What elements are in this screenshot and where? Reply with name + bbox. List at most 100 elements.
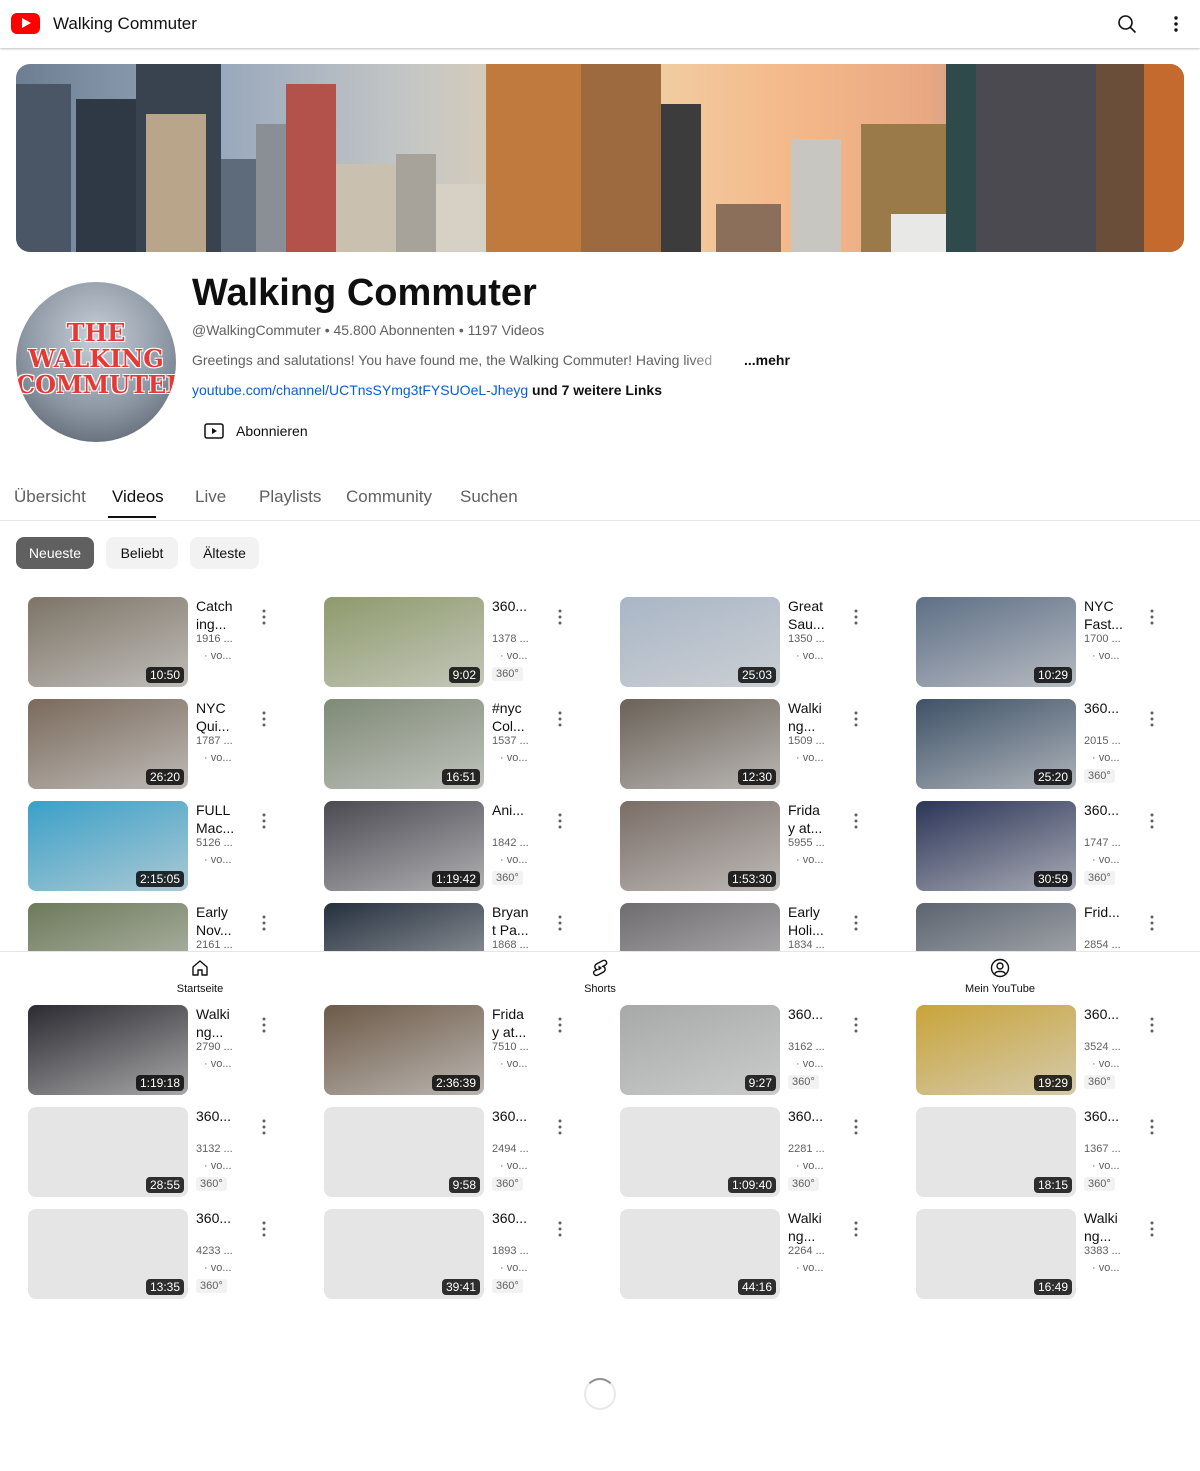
video-menu-icon[interactable] — [262, 609, 266, 625]
video-thumbnail[interactable]: 13:35 — [28, 1209, 188, 1299]
video-menu-icon[interactable] — [262, 1017, 266, 1033]
video-menu-icon[interactable] — [1150, 609, 1154, 625]
video-card[interactable]: 9:02 360... 1378 ... · vo... 360° — [324, 597, 594, 687]
video-thumbnail[interactable]: 16:49 — [916, 1209, 1076, 1299]
video-card[interactable]: 1:09:40 360... 2281 ... · vo... 360° — [620, 1107, 890, 1197]
video-menu-icon[interactable] — [1150, 1119, 1154, 1135]
video-card[interactable]: 25:03 Great Sau... 1350 ... · vo... — [620, 597, 890, 687]
nav-shorts[interactable]: Shorts — [540, 952, 660, 1000]
video-thumbnail[interactable]: 30:59 — [916, 801, 1076, 891]
video-card[interactable]: 9:58 360... 2494 ... · vo... 360° — [324, 1107, 594, 1197]
video-card[interactable]: 13:35 360... 4233 ... · vo... 360° — [28, 1209, 298, 1299]
video-menu-icon[interactable] — [558, 1119, 562, 1135]
video-title[interactable]: Catch ing... — [196, 597, 254, 633]
video-title[interactable]: Early Holi... — [788, 903, 846, 939]
video-title[interactable]: 360... — [1084, 1005, 1142, 1023]
video-menu-icon[interactable] — [262, 1221, 266, 1237]
video-title[interactable]: Ani... — [492, 801, 550, 819]
video-title[interactable]: Early Nov... — [196, 903, 254, 939]
video-card[interactable]: 2:15:05 FULL Mac... 5126 ... · vo... — [28, 801, 298, 891]
channel-link-url[interactable]: youtube.com/channel/UCTnsSYmg3tFYSUOeL-J… — [192, 382, 528, 398]
video-thumbnail[interactable]: 1:09:40 — [620, 1107, 780, 1197]
video-title[interactable]: Walki ng... — [788, 1209, 846, 1245]
video-card[interactable]: 39:41 360... 1893 ... · vo... 360° — [324, 1209, 594, 1299]
chip-oldest[interactable]: Älteste — [190, 537, 259, 569]
nav-home[interactable]: Startseite — [140, 952, 260, 1000]
video-title[interactable]: Frida y at... — [492, 1005, 550, 1041]
video-title[interactable]: FULL Mac... — [196, 801, 254, 837]
video-card[interactable]: 16:49 Walki ng... 3383 ... · vo... — [916, 1209, 1186, 1299]
video-menu-icon[interactable] — [854, 711, 858, 727]
video-title[interactable]: Walki ng... — [1084, 1209, 1142, 1245]
video-title[interactable]: Bryan t Pa... — [492, 903, 550, 939]
video-title[interactable]: 360... — [1084, 1107, 1142, 1125]
tab-live[interactable]: Live — [195, 487, 226, 507]
video-thumbnail[interactable]: 44:16 — [620, 1209, 780, 1299]
tab-videos[interactable]: Videos — [112, 487, 164, 507]
video-menu-icon[interactable] — [1150, 813, 1154, 829]
video-menu-icon[interactable] — [262, 1119, 266, 1135]
video-menu-icon[interactable] — [558, 1221, 562, 1237]
video-menu-icon[interactable] — [854, 609, 858, 625]
video-menu-icon[interactable] — [1150, 915, 1154, 931]
video-thumbnail[interactable]: 28:55 — [28, 1107, 188, 1197]
video-title[interactable]: Walki ng... — [788, 699, 846, 735]
video-menu-icon[interactable] — [558, 813, 562, 829]
video-thumbnail[interactable]: 18:15 — [916, 1107, 1076, 1197]
video-thumbnail[interactable]: 25:20 — [916, 699, 1076, 789]
video-thumbnail[interactable]: 26:20 — [28, 699, 188, 789]
video-title[interactable]: 360... — [1084, 801, 1142, 819]
video-title[interactable]: 360... — [196, 1107, 254, 1125]
video-card[interactable]: 19:29 360... 3524 ... · vo... 360° — [916, 1005, 1186, 1095]
video-thumbnail[interactable]: 1:19:42 — [324, 801, 484, 891]
video-thumbnail[interactable]: 19:29 — [916, 1005, 1076, 1095]
video-menu-icon[interactable] — [854, 915, 858, 931]
video-title[interactable]: NYC Qui... — [196, 699, 254, 735]
video-thumbnail[interactable]: 2:36:39 — [324, 1005, 484, 1095]
video-thumbnail[interactable]: 9:27 — [620, 1005, 780, 1095]
video-title[interactable]: 360... — [788, 1005, 846, 1023]
video-title[interactable]: 360... — [1084, 699, 1142, 717]
video-thumbnail[interactable]: 1:19:18 — [28, 1005, 188, 1095]
video-card[interactable]: 44:16 Walki ng... 2264 ... · vo... — [620, 1209, 890, 1299]
video-thumbnail[interactable]: 10:29 — [916, 597, 1076, 687]
video-card[interactable]: 12:30 Walki ng... 1509 ... · vo... — [620, 699, 890, 789]
video-menu-icon[interactable] — [558, 711, 562, 727]
video-menu-icon[interactable] — [854, 813, 858, 829]
youtube-logo-icon[interactable] — [11, 13, 40, 34]
video-menu-icon[interactable] — [558, 1017, 562, 1033]
subscribe-button[interactable]: Abonnieren — [196, 418, 308, 444]
more-vert-icon[interactable] — [1166, 14, 1186, 34]
video-title[interactable]: 360... — [788, 1107, 846, 1125]
video-card[interactable]: 16:51 #nyc Col... 1537 ... · vo... — [324, 699, 594, 789]
video-card[interactable]: 25:20 360... 2015 ... · vo... 360° — [916, 699, 1186, 789]
video-menu-icon[interactable] — [558, 915, 562, 931]
video-card[interactable]: 1:19:18 Walki ng... 2790 ... · vo... — [28, 1005, 298, 1095]
video-card[interactable]: 28:55 360... 3132 ... · vo... 360° — [28, 1107, 298, 1197]
channel-avatar[interactable]: THE WALKING COMMUTER — [16, 282, 176, 442]
video-thumbnail[interactable]: 2:15:05 — [28, 801, 188, 891]
video-menu-icon[interactable] — [262, 915, 266, 931]
video-title[interactable]: #nyc Col... — [492, 699, 550, 735]
search-icon[interactable] — [1117, 14, 1137, 34]
video-title[interactable]: NYC Fast... — [1084, 597, 1142, 633]
video-title[interactable]: 360... — [196, 1209, 254, 1227]
video-menu-icon[interactable] — [1150, 711, 1154, 727]
tab-playlists[interactable]: Playlists — [259, 487, 321, 507]
video-thumbnail[interactable]: 39:41 — [324, 1209, 484, 1299]
video-thumbnail[interactable]: 12:30 — [620, 699, 780, 789]
video-title[interactable]: 360... — [492, 1209, 550, 1227]
video-card[interactable]: 2:36:39 Frida y at... 7510 ... · vo... — [324, 1005, 594, 1095]
tab-overview[interactable]: Übersicht — [14, 487, 86, 507]
video-thumbnail[interactable]: 10:50 — [28, 597, 188, 687]
video-card[interactable]: 1:53:30 Frida y at... 5955 ... · vo... — [620, 801, 890, 891]
video-thumbnail[interactable]: 1:53:30 — [620, 801, 780, 891]
video-thumbnail[interactable]: 9:02 — [324, 597, 484, 687]
description-more-link[interactable]: ...mehr — [744, 352, 790, 368]
video-title[interactable]: Great Sau... — [788, 597, 846, 633]
channel-links-more[interactable]: und 7 weitere Links — [528, 382, 662, 398]
video-card[interactable]: 26:20 NYC Qui... 1787 ... · vo... — [28, 699, 298, 789]
tab-community[interactable]: Community — [346, 487, 432, 507]
video-title[interactable]: Walki ng... — [196, 1005, 254, 1041]
video-menu-icon[interactable] — [262, 711, 266, 727]
